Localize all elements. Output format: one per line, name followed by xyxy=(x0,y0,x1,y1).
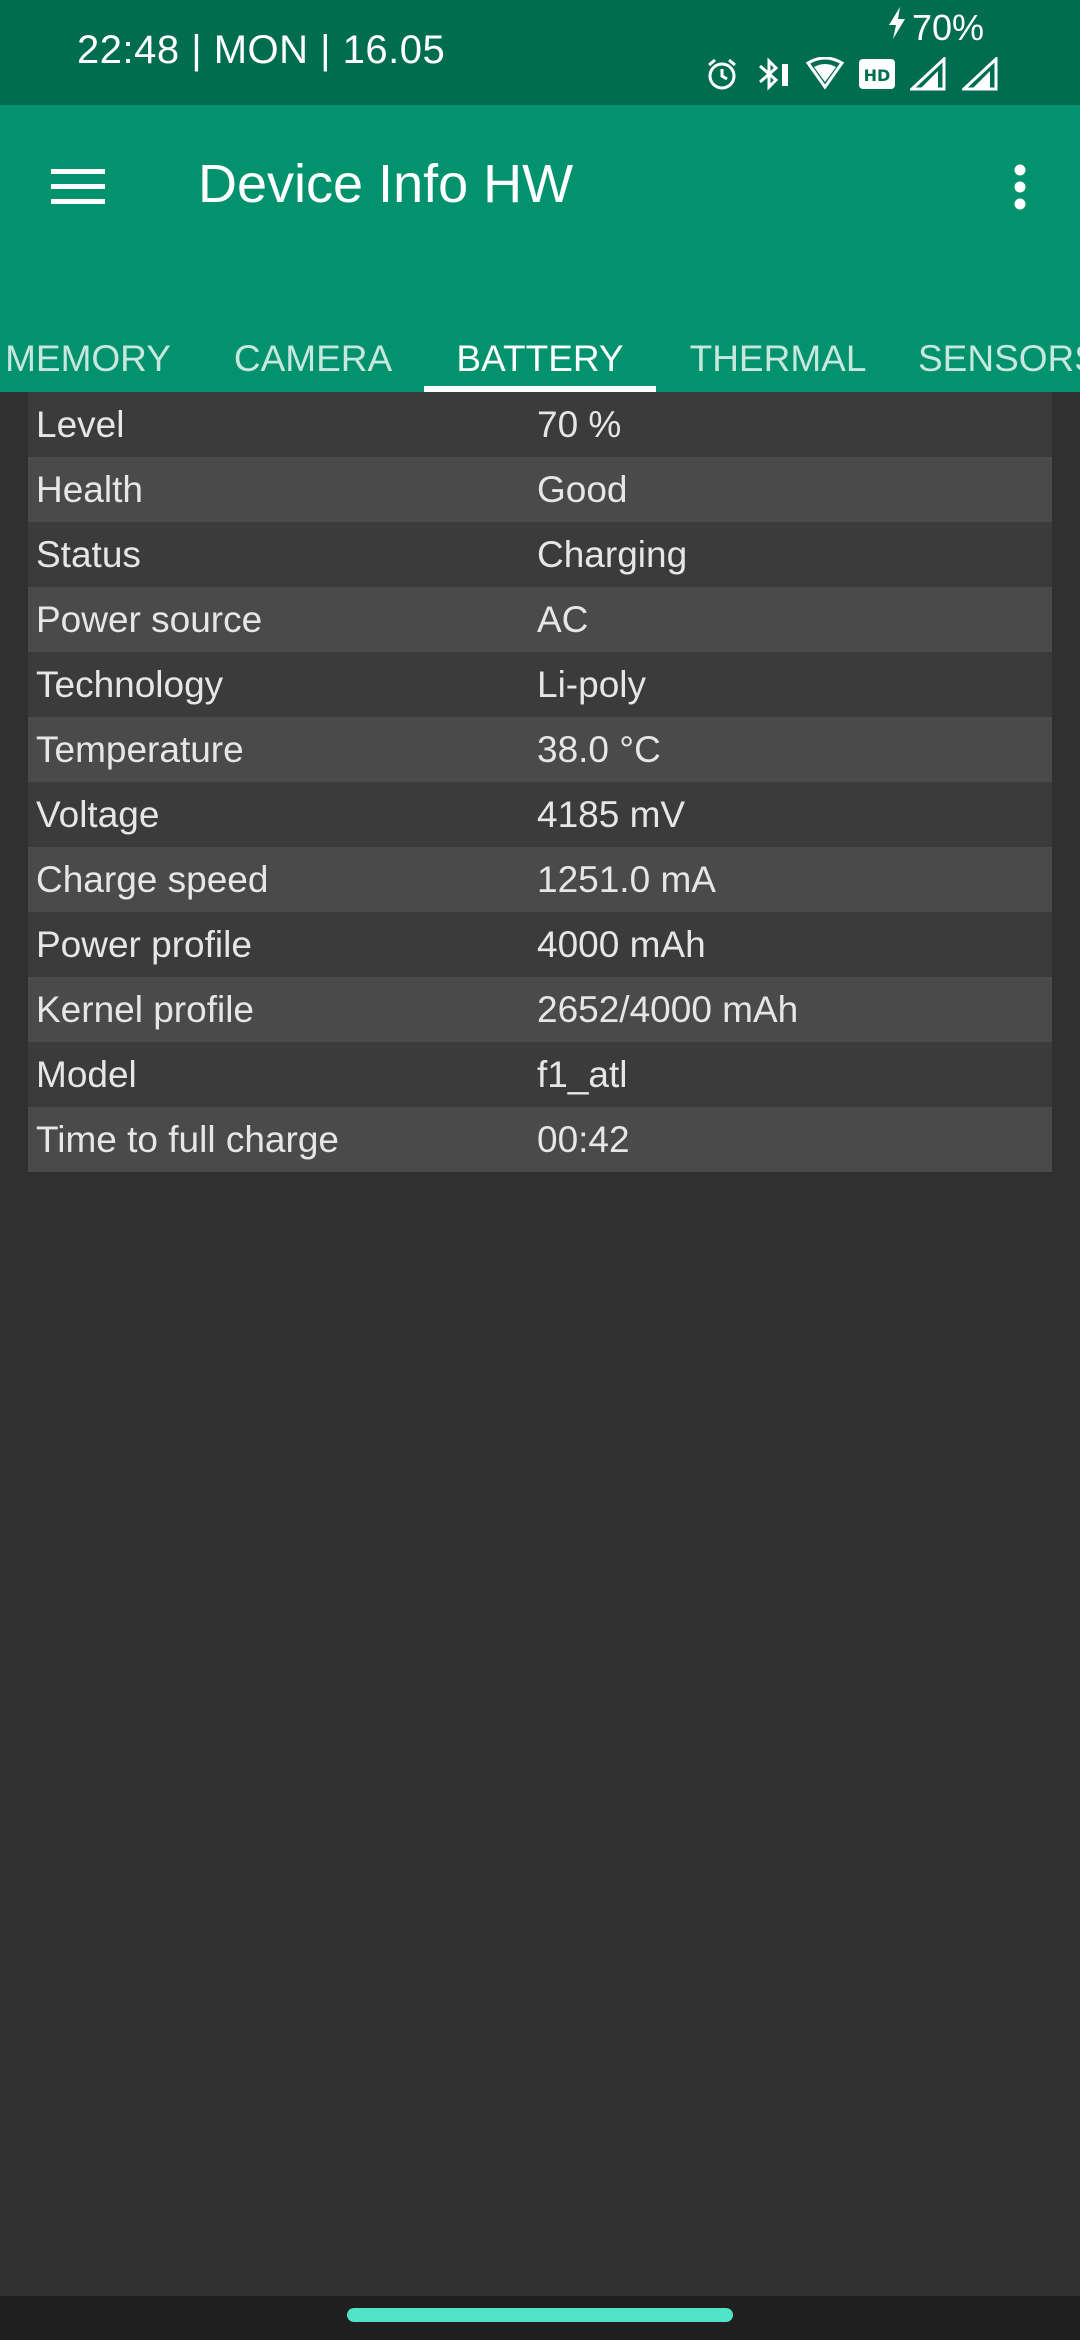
row-label: Level xyxy=(36,403,125,445)
battery-percent: 70% xyxy=(911,6,984,48)
table-row: Level 70 % xyxy=(28,392,1052,457)
app-title: Device Info HW xyxy=(198,154,574,214)
row-value: f1_atl xyxy=(537,1053,628,1095)
status-bar: 22:48 | MON | 16.05 70% HD xyxy=(0,0,1080,105)
status-time: 22:48 | MON | 16.05 xyxy=(77,28,446,72)
row-label: Kernel profile xyxy=(36,988,255,1030)
row-label: Temperature xyxy=(36,728,244,770)
signal-icon xyxy=(910,57,948,91)
table-row: Model f1_atl xyxy=(28,1042,1052,1107)
row-label: Status xyxy=(36,533,141,575)
home-gesture-handle[interactable] xyxy=(347,2308,733,2322)
status-icons: HD xyxy=(704,56,1000,92)
row-label: Model xyxy=(36,1053,137,1095)
table-row: Charge speed 1251.0 mA xyxy=(28,847,1052,912)
table-row: Technology Li-poly xyxy=(28,652,1052,717)
row-label: Power source xyxy=(36,598,263,640)
tab-sensors[interactable]: SENSORS xyxy=(918,285,1080,392)
tab-bar: MEMORY CAMERA BATTERY THERMAL SENSORS xyxy=(0,285,1080,392)
table-row: Time to full charge 00:42 xyxy=(28,1107,1052,1172)
hd-icon: HD xyxy=(858,57,896,91)
row-label: Health xyxy=(36,468,143,510)
table-row: Power source AC xyxy=(28,587,1052,652)
row-value: 00:42 xyxy=(537,1118,630,1160)
menu-button[interactable] xyxy=(36,147,120,231)
row-value: 2652/4000 mAh xyxy=(537,988,799,1030)
table-row: Power profile 4000 mAh xyxy=(28,912,1052,977)
row-value: 4185 mV xyxy=(537,793,686,835)
row-value: Li-poly xyxy=(537,663,646,705)
navigation-bar xyxy=(0,2296,1080,2340)
row-label: Time to full charge xyxy=(36,1118,339,1160)
row-value: AC xyxy=(537,598,589,640)
table-row: Status Charging xyxy=(28,522,1052,587)
row-label: Technology xyxy=(36,663,224,705)
row-value: Charging xyxy=(537,533,688,575)
svg-text:HD: HD xyxy=(864,66,891,85)
more-options-button[interactable] xyxy=(980,147,1060,231)
table-row: Voltage 4185 mV xyxy=(28,782,1052,847)
row-value: Good xyxy=(537,468,628,510)
table-row: Health Good xyxy=(28,457,1052,522)
row-value: 1251.0 mA xyxy=(537,858,716,900)
battery-status: 70% xyxy=(886,6,984,49)
table-row: Kernel profile 2652/4000 mAh xyxy=(28,977,1052,1042)
tab-battery[interactable]: BATTERY xyxy=(424,285,656,392)
wifi-icon xyxy=(806,57,844,91)
charging-bolt-icon xyxy=(886,6,908,49)
row-value: 4000 mAh xyxy=(537,923,706,965)
app-bar: Device Info HW MEMORY CAMERA BATTERY THE… xyxy=(0,105,1080,392)
battery-info-table: Level 70 % Health Good Status Charging P… xyxy=(28,392,1052,1172)
row-label: Power profile xyxy=(36,923,252,965)
tab-memory[interactable]: MEMORY xyxy=(0,285,176,392)
tab-thermal[interactable]: THERMAL xyxy=(676,285,880,392)
signal-icon xyxy=(962,57,1000,91)
alarm-icon xyxy=(704,56,740,92)
row-label: Charge speed xyxy=(36,858,269,900)
row-value: 70 % xyxy=(537,403,622,445)
tab-camera[interactable]: CAMERA xyxy=(220,285,406,392)
row-label: Voltage xyxy=(36,793,160,835)
more-vert-icon xyxy=(1013,164,1027,215)
hamburger-menu-icon xyxy=(51,167,105,212)
row-value: 38.0 °C xyxy=(537,728,661,770)
table-row: Temperature 38.0 °C xyxy=(28,717,1052,782)
bluetooth-icon xyxy=(754,56,792,92)
